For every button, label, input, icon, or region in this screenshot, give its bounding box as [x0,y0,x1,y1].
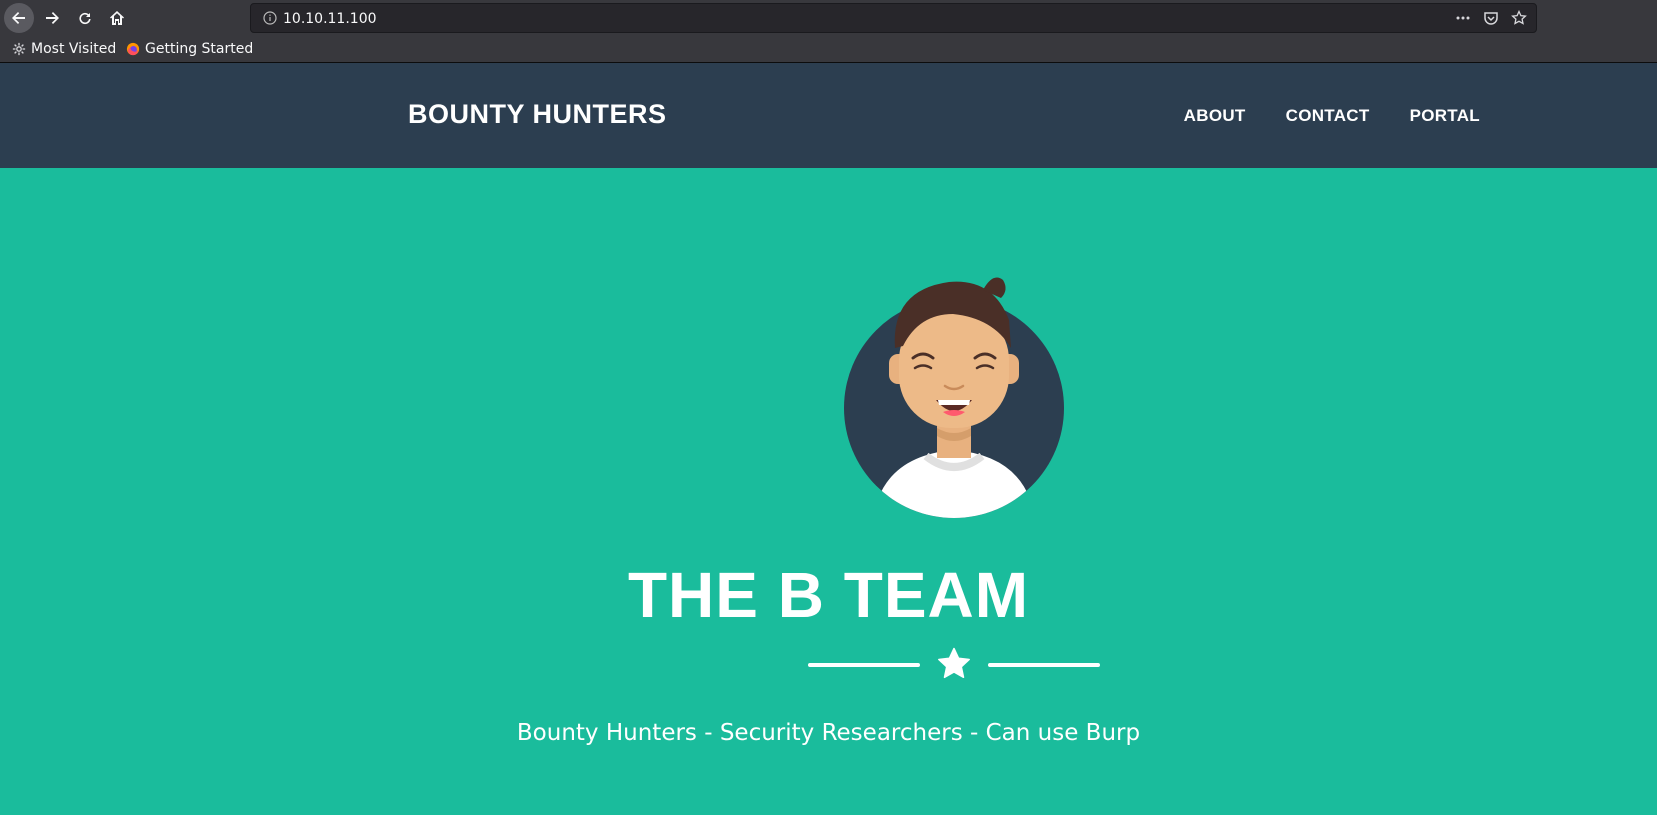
hero-title: THE B TEAM [627,559,1030,631]
bookmark-star-icon[interactable] [1510,9,1528,27]
more-actions-icon[interactable] [1454,9,1472,27]
site-brand[interactable]: BOUNTY HUNTERS [408,99,667,130]
bookmark-label: Getting Started [145,41,254,57]
site-menu: ABOUT CONTACT PORTAL [1184,106,1480,126]
back-button[interactable] [4,3,34,33]
info-icon[interactable] [263,11,277,25]
firefox-icon [126,42,140,56]
divider-line [808,663,920,667]
url-bar[interactable]: 10.10.11.100 [250,3,1537,33]
url-actions [1454,9,1528,27]
forward-button[interactable] [37,3,67,33]
star-icon [938,647,970,679]
star-divider [808,647,1100,681]
hero-section: THE B TEAM Bounty Hunters - Security Res… [0,168,1657,815]
bookmark-label: Most Visited [31,41,117,57]
menu-item-portal[interactable]: PORTAL [1410,106,1480,126]
home-icon [110,11,124,25]
site-navbar: BOUNTY HUNTERS ABOUT CONTACT PORTAL [0,63,1657,168]
arrow-left-icon [12,12,25,24]
bookmark-most-visited[interactable]: Most Visited [12,41,116,57]
pocket-icon[interactable] [1482,9,1500,27]
hero-subtitle: Bounty Hunters - Security Researchers - … [516,720,1141,746]
browser-toolbar: 10.10.11.100 [0,0,1657,36]
menu-item-contact[interactable]: CONTACT [1286,106,1370,126]
divider-line [988,663,1100,667]
reload-button[interactable] [70,3,100,33]
menu-item-about[interactable]: ABOUT [1184,106,1246,126]
bookmark-getting-started[interactable]: Getting Started [126,41,253,57]
arrow-right-icon [46,12,59,24]
gear-icon [12,42,26,56]
home-button[interactable] [102,3,132,33]
reload-icon [79,12,91,25]
avatar [844,277,1064,518]
bookmarks-bar: Most Visited Getting Started [0,36,1657,63]
url-text[interactable]: 10.10.11.100 [283,11,377,27]
